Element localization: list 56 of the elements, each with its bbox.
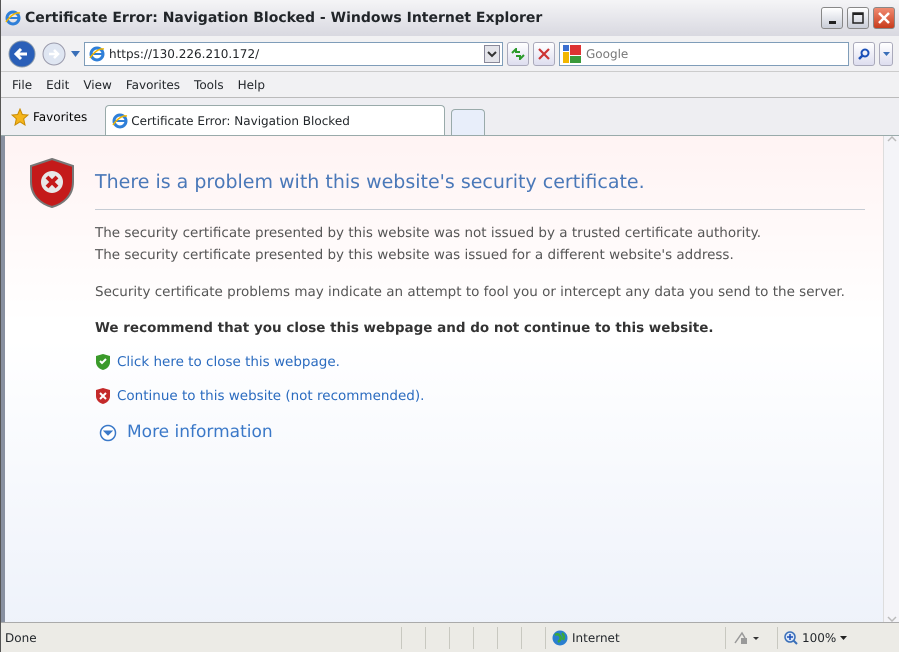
scroll-up-icon <box>886 136 896 142</box>
expand-icon <box>99 424 117 442</box>
paragraph-text: Security certificate problems may indicate an attempt to fool you or intercept any data you send to the server. <box>95 282 846 302</box>
page-heading: There is a problem with this website's security certificate. <box>95 158 865 210</box>
menu-item[interactable]: Favorites <box>120 74 186 94</box>
shield-icon <box>95 354 111 370</box>
menu-item[interactable]: View <box>78 74 117 94</box>
menu-item[interactable]: Tools <box>189 74 229 94</box>
status-text: Done <box>4 630 38 646</box>
minimize-button[interactable] <box>821 7 843 29</box>
stop-icon <box>538 48 550 60</box>
close-icon <box>878 12 890 24</box>
scroll-down-icon <box>886 616 896 622</box>
favorites-button[interactable]: Favorites <box>7 106 92 128</box>
menu-item[interactable]: File <box>7 74 38 94</box>
paragraph-text: The security certificate presented by this website was issued for a different website's address. <box>95 246 735 264</box>
caret-icon <box>882 52 890 56</box>
shield-error-icon <box>29 158 75 208</box>
window-title: Certificate Error: Navigation Blocked - Windows Internet Explorer <box>25 8 544 28</box>
address-field[interactable]: https://130.226.210.172/ <box>84 42 503 66</box>
refresh-icon <box>511 48 525 60</box>
page-icon <box>112 112 128 128</box>
vertical-scrollbar[interactable] <box>883 136 899 622</box>
link[interactable]: Click here to close this webpage. <box>95 352 865 372</box>
star-icon <box>11 108 29 126</box>
paragraph-text: The security certificate presented by this website was not issued by a trusted certificate authority. <box>95 224 762 242</box>
forward-button[interactable] <box>41 40 67 66</box>
protected-mode-button[interactable] <box>734 630 760 644</box>
refresh-button[interactable] <box>507 42 529 66</box>
maximize-icon <box>852 12 864 24</box>
stop-button[interactable] <box>533 42 555 66</box>
url-text: https://130.226.210.172/ <box>109 46 260 62</box>
zoom-icon <box>784 630 798 644</box>
browser-logo-icon <box>5 10 21 26</box>
search-options-button[interactable] <box>879 42 893 66</box>
close-button[interactable] <box>873 7 895 29</box>
search-icon <box>858 48 870 60</box>
back-button[interactable] <box>7 38 37 68</box>
zoom-button[interactable]: 100% <box>784 628 836 646</box>
more-information-link[interactable]: More information <box>99 420 865 446</box>
minimize-icon <box>828 21 836 24</box>
maximize-button[interactable] <box>847 7 869 29</box>
shield-icon <box>95 388 111 404</box>
search-button[interactable] <box>853 42 875 66</box>
recommendation-text: We recommend that you close this webpage and do not continue to this website. <box>95 318 714 338</box>
globe-icon <box>552 630 568 646</box>
zone-text: Internet <box>572 630 620 646</box>
browser-tab[interactable]: Certificate Error: Navigation Blocked <box>105 105 446 135</box>
menu-item[interactable]: Edit <box>41 74 74 94</box>
caret-icon[interactable] <box>840 636 848 640</box>
menu-item[interactable]: Help <box>232 74 270 94</box>
search-field[interactable]: Google <box>559 42 849 66</box>
dropdown-button[interactable] <box>484 44 500 62</box>
link[interactable]: Continue to this website (not recommended). <box>95 386 865 406</box>
dropdown-icon[interactable] <box>71 50 80 56</box>
page-icon <box>89 46 105 62</box>
